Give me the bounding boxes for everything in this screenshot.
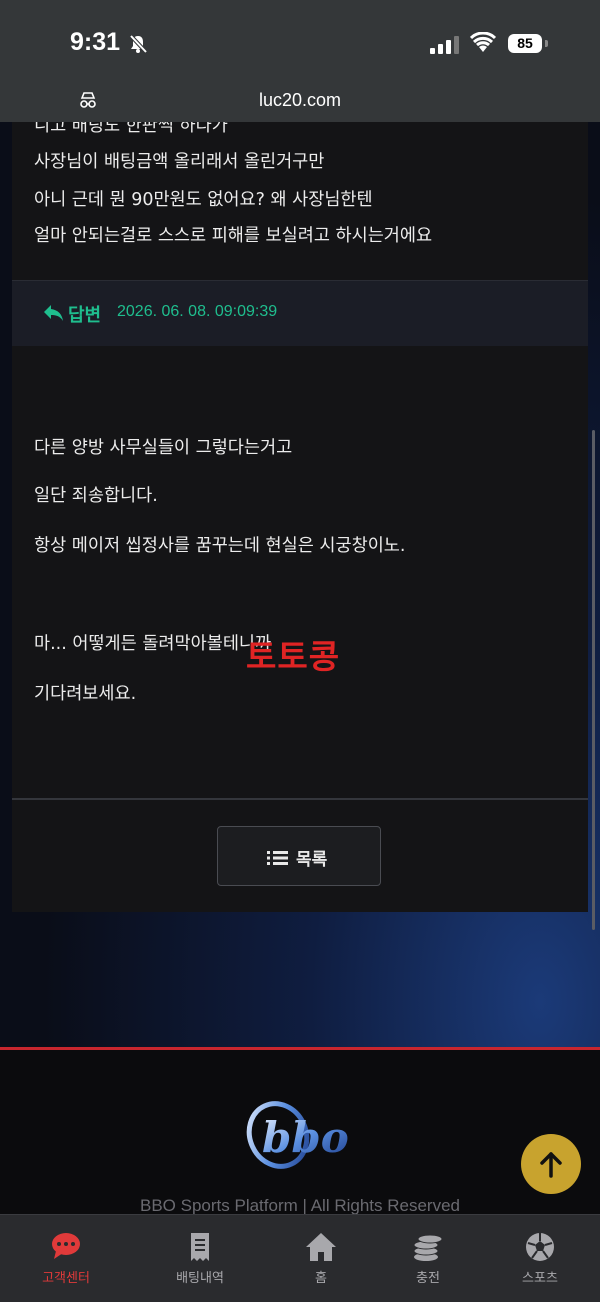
- svg-text:bbo: bbo: [262, 1113, 349, 1162]
- reply-line: 기다려보세요.: [34, 684, 137, 704]
- list-button[interactable]: 목록: [217, 826, 381, 886]
- tab-label: 충전: [416, 1271, 440, 1286]
- divider: [12, 798, 588, 800]
- bottom-tab-bar: 고객센터 배팅내역 홈 충전 스포츠: [0, 1214, 600, 1302]
- tab-label: 홈: [315, 1271, 327, 1286]
- reply-line: 일단 죄송합니다.: [34, 486, 158, 506]
- tab-sports[interactable]: 스포츠: [480, 1215, 600, 1302]
- bbo-logo: bbo: [246, 1101, 349, 1169]
- coins-icon: [413, 1234, 443, 1261]
- tab-betting-history[interactable]: 배팅내역: [140, 1215, 260, 1302]
- scrollbar[interactable]: [592, 430, 595, 930]
- tab-label: 스포츠: [522, 1271, 558, 1286]
- status-time: 9:31: [70, 28, 121, 56]
- tab-label: 고객센터: [42, 1271, 90, 1286]
- tab-home[interactable]: 홈: [261, 1215, 381, 1302]
- list-button-label: 목록: [296, 850, 328, 870]
- reply-line: 마... 어떻게든 돌려막아볼테니까: [34, 634, 272, 654]
- battery-indicator: 85: [508, 34, 542, 53]
- chat-icon: [52, 1233, 80, 1259]
- post-line: 아니 근데 뭔 90만원도 없어요? 왜 사장님한텐: [34, 190, 373, 210]
- tab-charge[interactable]: 충전: [368, 1215, 488, 1302]
- reply-arrow-icon: [44, 305, 63, 321]
- receipt-icon: [191, 1233, 209, 1261]
- wifi-icon: [470, 32, 496, 52]
- reply-line: 다른 양방 사무실들이 그렇다는거고: [34, 438, 293, 458]
- soccer-ball-icon: [526, 1233, 554, 1261]
- reply-body: 다른 양방 사무실들이 그렇다는거고 일단 죄송합니다. 항상 메이저 씹정사를…: [12, 346, 588, 912]
- reply-line: 항상 메이저 씹정사를 꿈꾸는데 현실은 시궁창이노.: [34, 536, 406, 556]
- status-bar: 9:31 85: [0, 0, 600, 80]
- post-line: 니고 배팅도 한판씩 하다가: [34, 122, 228, 136]
- url-text[interactable]: luc20.com: [0, 90, 600, 111]
- reply-header: 답변 2026. 06. 08. 09:09:39: [12, 280, 588, 347]
- home-icon: [306, 1233, 336, 1261]
- post-line: 사장님이 배팅금액 올리래서 올린거구만: [34, 152, 325, 172]
- list-icon: [267, 851, 288, 865]
- post-line: 얼마 안되는걸로 스스로 피해를 보실려고 하시는거에요: [34, 226, 433, 246]
- arrow-up-icon: [540, 1152, 562, 1178]
- reply-date: 2026. 06. 08. 09:09:39: [117, 303, 278, 320]
- watermark: 토토콩: [246, 637, 341, 676]
- silent-bell-icon: [129, 34, 148, 54]
- tab-label: 배팅내역: [176, 1271, 224, 1286]
- reply-label: 답변: [68, 305, 102, 326]
- page-content: 니고 배팅도 한판씩 하다가 사장님이 배팅금액 올리래서 올린거구만 아니 근…: [0, 122, 600, 1048]
- cellular-signal-icon: [430, 36, 459, 54]
- scroll-top-button[interactable]: [521, 1134, 581, 1194]
- copyright-text: BBO Sports Platform | All Rights Reserve…: [140, 1196, 460, 1215]
- tab-customer-center[interactable]: 고객센터: [6, 1215, 126, 1302]
- battery-tip: [545, 40, 548, 47]
